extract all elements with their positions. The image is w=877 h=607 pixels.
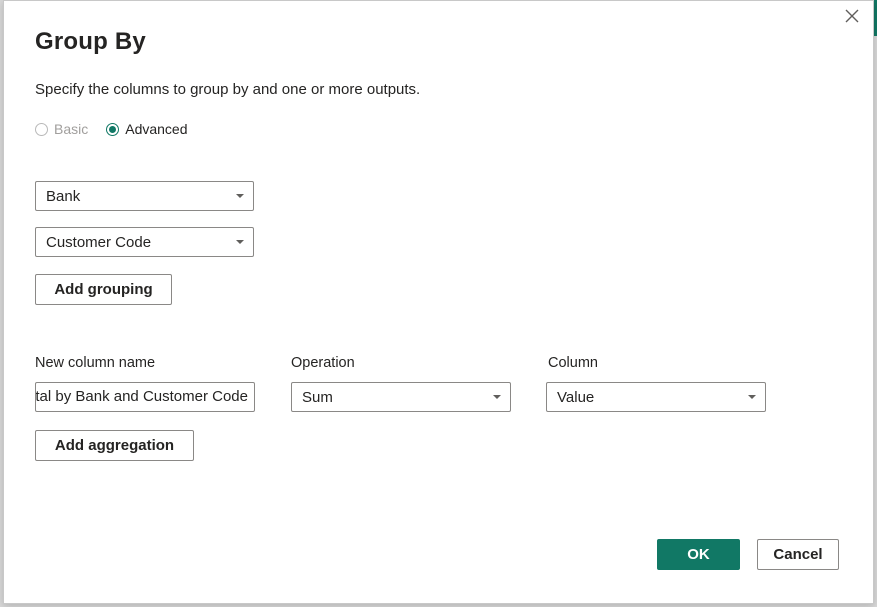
chevron-down-icon xyxy=(236,240,244,244)
basic-radio[interactable] xyxy=(35,122,48,136)
new-column-name-input[interactable]: Total by Bank and Customer Code xyxy=(35,382,255,412)
basic-radio-option[interactable]: Basic xyxy=(35,121,88,137)
dialog-title: Group By xyxy=(35,28,146,55)
group-by-column-select-2[interactable]: Customer Code xyxy=(35,227,254,257)
operation-label: Operation xyxy=(291,355,355,371)
chevron-down-icon xyxy=(493,395,501,399)
group-by-column-select-1[interactable]: Bank xyxy=(35,181,254,211)
mode-radio-group: Basic Advanced xyxy=(35,119,206,139)
chevron-down-icon xyxy=(236,194,244,198)
advanced-radio-option[interactable]: Advanced xyxy=(106,121,188,137)
close-button[interactable] xyxy=(841,5,865,29)
operation-value: Sum xyxy=(302,388,333,406)
new-column-name-label: New column name xyxy=(35,355,156,371)
dialog-subtitle: Specify the columns to group by and one … xyxy=(35,81,421,98)
chevron-down-icon xyxy=(748,395,756,399)
group-by-dialog: Group By Specify the columns to group by… xyxy=(3,0,874,604)
add-aggregation-button[interactable]: Add aggregation xyxy=(35,430,194,461)
column-select[interactable]: Value xyxy=(546,382,766,412)
column-value: Value xyxy=(557,388,595,406)
advanced-radio[interactable] xyxy=(106,122,120,136)
ok-button[interactable]: OK xyxy=(657,539,740,570)
basic-radio-label: Basic xyxy=(54,121,89,137)
group-by-column-value-1: Bank xyxy=(46,187,81,205)
operation-select[interactable]: Sum xyxy=(291,382,511,412)
group-by-column-value-2: Customer Code xyxy=(46,233,152,251)
add-grouping-button[interactable]: Add grouping xyxy=(35,274,172,305)
column-label: Column xyxy=(548,355,598,371)
cancel-button[interactable]: Cancel xyxy=(757,539,839,570)
advanced-radio-label: Advanced xyxy=(125,121,188,137)
close-icon xyxy=(845,9,859,23)
new-column-name-value: Total by Bank and Customer Code xyxy=(35,388,248,405)
